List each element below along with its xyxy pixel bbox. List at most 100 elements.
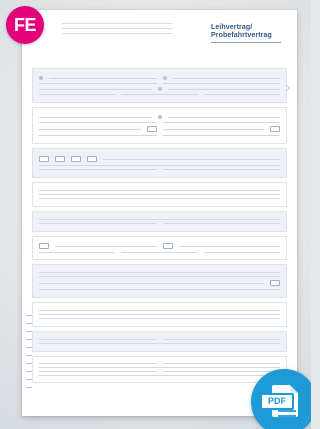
form-row xyxy=(39,318,280,319)
form-line xyxy=(121,252,198,253)
form-band xyxy=(32,302,287,327)
form-band xyxy=(32,236,287,260)
form-line xyxy=(167,116,280,118)
form-line xyxy=(39,289,280,290)
form-line xyxy=(39,310,280,311)
form-row xyxy=(39,194,280,195)
form-line xyxy=(39,371,157,372)
form-line xyxy=(39,165,280,166)
form-line xyxy=(39,169,157,170)
header-placeholder-lines xyxy=(62,23,172,38)
title-line-1: Leihvertrag/ xyxy=(211,24,253,31)
form-band xyxy=(32,107,287,144)
form-line xyxy=(39,314,280,315)
title-underline xyxy=(211,42,281,43)
form-row xyxy=(39,126,280,132)
form-row xyxy=(39,190,280,191)
form-line xyxy=(55,245,157,247)
form-row xyxy=(39,94,280,95)
side-marks xyxy=(26,315,34,395)
form-dot xyxy=(157,87,162,91)
form-line xyxy=(121,94,198,95)
form-line xyxy=(39,128,141,130)
form-line xyxy=(162,83,280,84)
form-line xyxy=(39,343,280,344)
sheet-header: Leihvertrag/ Probefahrtvertrag xyxy=(22,10,297,54)
form-row xyxy=(39,280,280,286)
form-line xyxy=(39,198,280,199)
form-line xyxy=(39,83,157,84)
form-band xyxy=(32,182,287,207)
form-area xyxy=(32,68,287,408)
form-line xyxy=(39,94,116,95)
form-row xyxy=(39,343,280,344)
form-row xyxy=(39,276,280,277)
form-line xyxy=(162,135,280,136)
form-line xyxy=(39,223,157,224)
form-box xyxy=(87,156,97,162)
form-line xyxy=(39,219,280,220)
form-line xyxy=(39,116,152,118)
form-dot xyxy=(162,76,167,80)
form-box xyxy=(55,156,65,162)
form-row xyxy=(39,363,280,364)
form-band xyxy=(32,148,287,178)
form-line xyxy=(162,371,280,372)
form-line xyxy=(162,169,280,170)
form-row xyxy=(39,223,280,224)
form-box xyxy=(270,280,280,286)
form-line xyxy=(39,194,280,195)
form-line xyxy=(39,339,157,340)
form-line xyxy=(39,252,116,253)
document-title: Leihvertrag/ Probefahrtvertrag xyxy=(211,24,287,43)
pdf-badge-icon[interactable]: PDF xyxy=(251,369,311,429)
form-box xyxy=(270,126,280,132)
form-row xyxy=(39,272,280,273)
preview-stage: Leihvertrag/ Probefahrtvertrag FE PDF xyxy=(0,0,311,429)
form-line xyxy=(39,272,280,273)
form-line xyxy=(39,122,157,123)
form-row xyxy=(39,339,280,340)
form-line xyxy=(172,77,280,79)
form-line xyxy=(167,88,280,90)
form-row xyxy=(39,165,280,166)
form-line xyxy=(203,94,280,95)
form-band xyxy=(32,264,287,298)
pdf-label: PDF xyxy=(260,393,294,410)
form-line xyxy=(39,363,157,364)
form-dot xyxy=(39,76,43,80)
form-line xyxy=(39,276,280,277)
form-box xyxy=(39,243,49,249)
fe-badge-icon: FE xyxy=(6,6,44,44)
form-row xyxy=(39,169,280,170)
title-line-2: Probefahrtvertrag xyxy=(211,32,272,39)
form-line xyxy=(178,245,280,247)
form-line xyxy=(49,77,157,79)
form-line xyxy=(39,135,157,136)
form-row xyxy=(39,371,280,372)
form-row xyxy=(39,76,280,80)
form-line xyxy=(162,128,264,130)
form-row xyxy=(39,83,280,84)
fe-badge-text: FE xyxy=(13,14,37,35)
form-row xyxy=(39,243,280,249)
form-box xyxy=(39,156,49,162)
form-line xyxy=(39,367,280,368)
form-row xyxy=(39,314,280,315)
form-row xyxy=(39,115,280,119)
form-band xyxy=(32,68,287,103)
form-line xyxy=(39,190,280,191)
form-box xyxy=(146,126,157,132)
pdf-lines-icon xyxy=(278,410,296,425)
form-line xyxy=(39,88,152,90)
form-row xyxy=(39,252,280,253)
form-line xyxy=(162,363,280,364)
form-line xyxy=(39,318,280,319)
form-line xyxy=(162,223,280,224)
form-row xyxy=(39,310,280,311)
contract-sheet: Leihvertrag/ Probefahrtvertrag xyxy=(22,10,297,416)
form-band xyxy=(32,356,287,383)
form-row xyxy=(39,156,280,162)
form-box xyxy=(71,156,81,162)
form-row xyxy=(39,122,280,123)
